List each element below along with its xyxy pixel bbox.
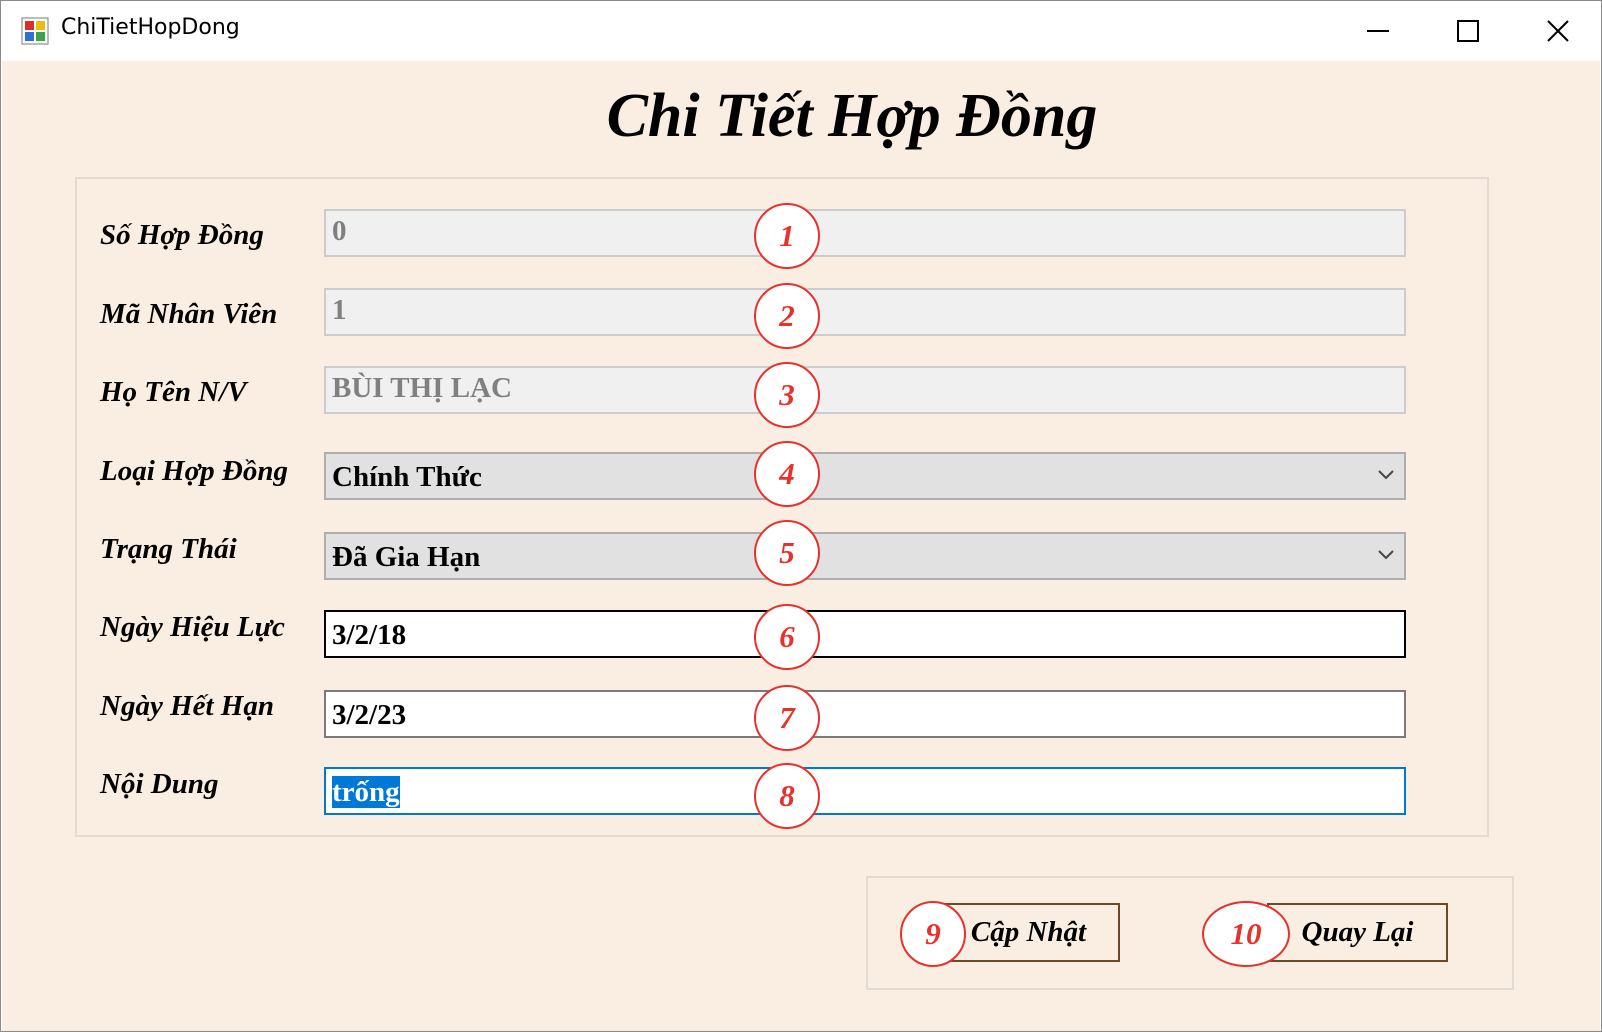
minimize-icon xyxy=(1367,30,1389,32)
ngay-hieu-luc-field[interactable]: 3/2/18 xyxy=(324,610,1406,658)
form-client-area: Chi Tiết Hợp Đồng Số Hợp Đồng Mã Nhân Vi… xyxy=(2,61,1600,1031)
window-title: ChiTietHopDong xyxy=(61,15,240,40)
maximize-button[interactable] xyxy=(1423,1,1513,61)
label-loai-hop-dong: Loại Hợp Đồng xyxy=(100,455,288,487)
trang-thai-selected: Đã Gia Hạn xyxy=(332,541,481,573)
noi-dung-field[interactable]: trống xyxy=(324,767,1406,815)
label-so-hop-dong: Số Hợp Đồng xyxy=(100,219,264,251)
annotation-marker-9: 9 xyxy=(900,901,966,967)
so-hop-dong-field[interactable]: 0 xyxy=(324,209,1406,257)
label-noi-dung: Nội Dung xyxy=(100,768,219,800)
annotation-marker-5: 5 xyxy=(754,520,820,586)
back-button[interactable]: Quay Lại xyxy=(1267,903,1448,962)
minimize-button[interactable] xyxy=(1333,1,1423,61)
label-ho-ten: Họ Tên N/V xyxy=(100,376,247,408)
label-ngay-het-han: Ngày Hết Hạn xyxy=(100,690,274,722)
loai-hop-dong-combo[interactable]: Chính Thức xyxy=(324,452,1406,500)
loai-hop-dong-selected: Chính Thức xyxy=(332,461,482,493)
ho-ten-field[interactable]: BÙI THỊ LẠC xyxy=(324,366,1406,414)
annotation-marker-4: 4 xyxy=(754,441,820,507)
annotation-marker-1: 1 xyxy=(754,203,820,269)
annotation-marker-8: 8 xyxy=(754,763,820,829)
chevron-down-icon[interactable] xyxy=(1376,468,1396,482)
form-heading: Chi Tiết Hợp Đồng xyxy=(606,82,1098,150)
chevron-down-icon[interactable] xyxy=(1376,548,1396,562)
app-icon xyxy=(21,17,49,45)
maximize-icon xyxy=(1457,20,1479,42)
close-icon xyxy=(1547,20,1569,42)
label-ma-nhan-vien: Mã Nhân Viên xyxy=(100,298,278,330)
annotation-marker-2: 2 xyxy=(754,283,820,349)
title-bar[interactable]: ChiTietHopDong xyxy=(1,1,1601,61)
annotation-marker-3: 3 xyxy=(754,362,820,428)
label-ngay-hieu-luc: Ngày Hiệu Lực xyxy=(100,611,285,643)
annotation-marker-7: 7 xyxy=(754,685,820,751)
label-trang-thai: Trạng Thái xyxy=(100,533,237,565)
ngay-het-han-field[interactable]: 3/2/23 xyxy=(324,690,1406,738)
trang-thai-combo[interactable]: Đã Gia Hạn xyxy=(324,532,1406,580)
app-window: ChiTietHopDong Chi Tiết Hợp Đồng Số Hợp … xyxy=(0,0,1602,1032)
ma-nhan-vien-field[interactable]: 1 xyxy=(324,288,1406,336)
annotation-marker-6: 6 xyxy=(754,604,820,670)
annotation-marker-10: 10 xyxy=(1202,901,1290,967)
noi-dung-selected-text: trống xyxy=(332,776,400,808)
close-button[interactable] xyxy=(1513,1,1602,61)
